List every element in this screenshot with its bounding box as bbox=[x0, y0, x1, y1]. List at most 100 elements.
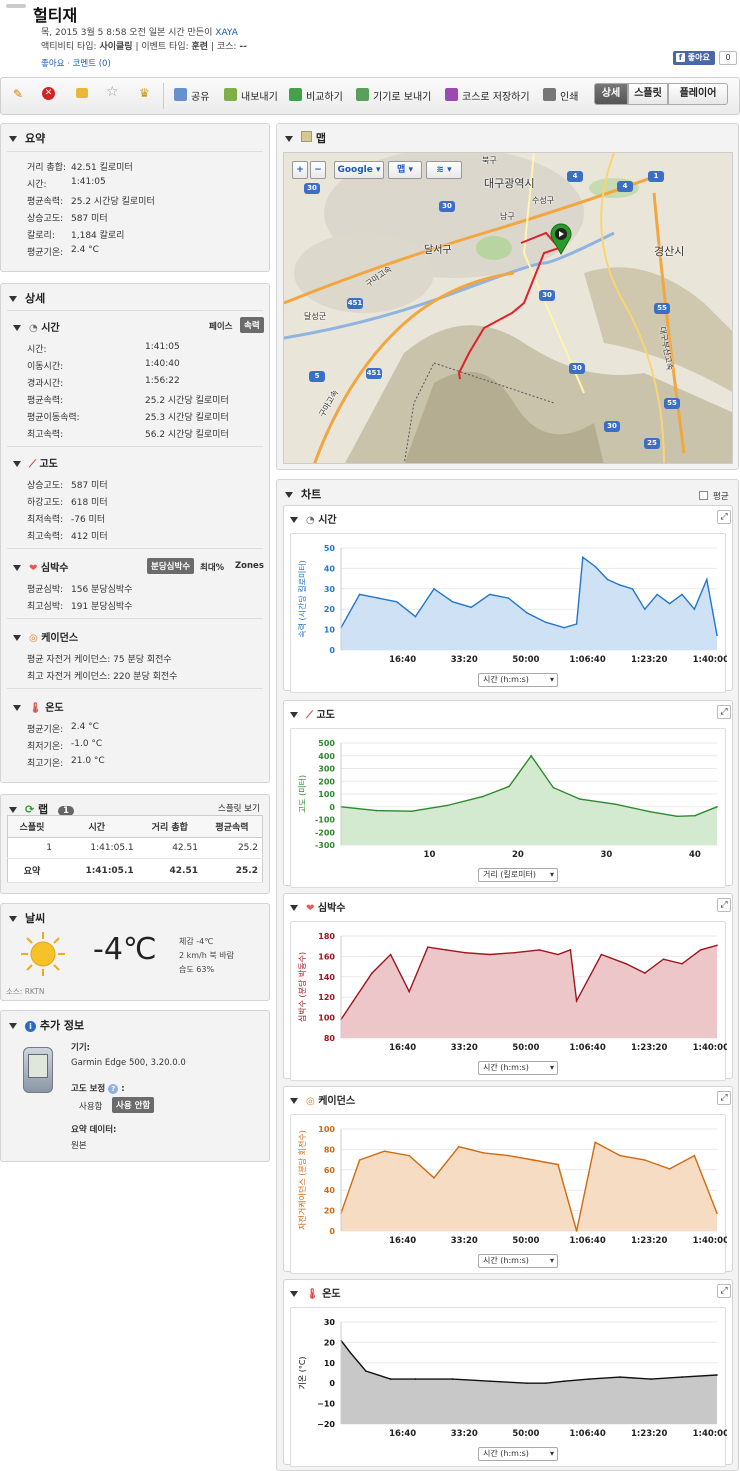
x-axis-select[interactable]: 시간 (h:m:s) ▾ bbox=[478, 1061, 558, 1075]
tab-player[interactable]: 플레이어 bbox=[668, 83, 728, 105]
like-link[interactable]: 좋아요 bbox=[41, 59, 64, 69]
expand-icon[interactable]: ⤢ bbox=[717, 1091, 731, 1105]
expand-icon[interactable]: ⤢ bbox=[717, 510, 731, 524]
charts-header[interactable]: 차트 bbox=[285, 486, 321, 502]
y-tick-label: 40 bbox=[324, 564, 336, 573]
series-area bbox=[341, 1340, 717, 1424]
chevron-down-icon: ▾ bbox=[549, 1063, 554, 1072]
time-section-title[interactable]: ◔ 시간 bbox=[13, 319, 60, 334]
chart-elevation-title[interactable]: ⟋ 고도 bbox=[290, 706, 335, 721]
activity-type[interactable]: 사이클링 bbox=[99, 42, 132, 52]
view-splits-link[interactable]: 스플릿 보기 bbox=[218, 802, 260, 814]
layers-button[interactable]: ≋ ▾ bbox=[426, 161, 462, 179]
chart-time-area: 50 40 30 20 10 0 16:40 33:20 50:00 1:06:40 1:23:20… bbox=[290, 533, 729, 693]
y-tick-label: 120 bbox=[318, 993, 335, 1002]
start-marker-icon[interactable] bbox=[550, 223, 572, 256]
cadence-section-title[interactable]: ◎ 케이던스 bbox=[13, 629, 78, 644]
summary-data-label: 요약 데이터: bbox=[71, 1125, 117, 1135]
chart-cadence-title[interactable]: ◎ 케이던스 bbox=[290, 1092, 355, 1107]
chart-heart-title[interactable]: ❤ 심박수 bbox=[290, 899, 345, 914]
temperature-icon: 🌡 bbox=[306, 1289, 323, 1300]
chevron-down-icon: ▾ bbox=[549, 1449, 554, 1458]
author-link[interactable]: XAYA bbox=[215, 28, 238, 38]
extra-info-header[interactable]: i 추가 정보 bbox=[9, 1017, 84, 1033]
summary-label: 시간: bbox=[27, 180, 47, 190]
x-tick-label: 1:06:40 bbox=[569, 655, 605, 665]
weather-feels-like: 체감 -4℃ bbox=[179, 937, 214, 946]
data-point bbox=[507, 1154, 510, 1157]
star-icon[interactable]: ☆ bbox=[106, 84, 119, 100]
lock-icon[interactable] bbox=[76, 88, 88, 98]
data-point bbox=[389, 953, 392, 956]
data-point bbox=[544, 1382, 547, 1384]
share-button[interactable]: 공유 bbox=[191, 88, 209, 103]
x-axis-select[interactable]: 거리 (킬로미터) ▾ bbox=[478, 868, 558, 882]
data-point bbox=[606, 578, 609, 581]
laps-cell: 25.2 bbox=[201, 837, 263, 859]
zones-toggle[interactable]: Zones bbox=[235, 561, 264, 571]
y-tick-label: 10 bbox=[324, 626, 336, 635]
fb-like-button[interactable]: f 좋아요 bbox=[673, 51, 715, 65]
x-tick-label: 33:20 bbox=[451, 1429, 478, 1439]
chart-temperature-title[interactable]: 🌡 온도 bbox=[290, 1285, 341, 1300]
compare-button[interactable]: 비교하기 bbox=[306, 88, 343, 103]
x-axis-select[interactable]: 시간 (h:m:s) ▾ bbox=[478, 673, 558, 687]
laps-column-header[interactable]: 시간 bbox=[55, 815, 138, 838]
x-axis-select[interactable]: 시간 (h:m:s) ▾ bbox=[478, 1254, 558, 1268]
laps-column-header[interactable]: 스플릿 bbox=[7, 815, 56, 838]
heart-value: 156 분당심박수 bbox=[71, 585, 133, 595]
map-provider-select[interactable]: Google ▾ bbox=[334, 161, 384, 179]
bpm-toggle[interactable]: 분당심박수 bbox=[147, 558, 195, 574]
x-axis-select[interactable]: 시간 (h:m:s) ▾ bbox=[478, 1447, 558, 1461]
collapse-icon bbox=[13, 635, 21, 641]
tab-details[interactable]: 상세 bbox=[594, 83, 628, 105]
laps-row[interactable]: 요약 1:41:05.1 42.51 25.2 bbox=[7, 858, 263, 883]
send-to-device-button[interactable]: 기기로 보내기 bbox=[373, 88, 431, 103]
map-type-select[interactable]: 맵 ▾ bbox=[388, 161, 422, 179]
summary-data-value: 원본 bbox=[71, 1141, 87, 1151]
data-point bbox=[482, 1152, 485, 1154]
chart-time-title[interactable]: ◔ 시간 bbox=[290, 511, 337, 526]
laps-row[interactable]: 1 1:41:05.1 42.51 25.2 bbox=[7, 837, 263, 859]
laps-cell: 25.2 bbox=[201, 858, 263, 883]
map-header[interactable]: 맵 bbox=[285, 130, 326, 146]
data-point bbox=[693, 608, 696, 610]
details-header[interactable]: 상세 bbox=[9, 290, 45, 306]
map-canvas[interactable]: + − Google ▾ 맵 ▾ ≋ ▾ 대구광역시 경산시 달서구 수성구 남… bbox=[283, 152, 733, 464]
heart-section-title[interactable]: ❤ 심박수 bbox=[13, 559, 68, 574]
laps-column-header[interactable]: 거리 총합 bbox=[137, 815, 202, 838]
speed-toggle[interactable]: 속력 bbox=[240, 317, 264, 333]
chart-heart-area: 180 160 140 120 100 80 16:40 33:20 50:00 1:06:40 1… bbox=[290, 921, 729, 1081]
elevation-correction-on[interactable]: 사용함 bbox=[79, 1100, 102, 1112]
laps-panel: ⟳ 랩 1 스플릿 보기 스플릿 시간 거리 총합 평균속력 1 1:41:05.1 42… bbox=[0, 794, 270, 894]
pace-toggle[interactable]: 페이스 bbox=[209, 320, 232, 332]
print-button[interactable]: 인쇄 bbox=[560, 88, 578, 103]
y-axis-label: 고도 (미터) bbox=[298, 775, 307, 813]
save-course-button[interactable]: 코스로 저장하기 bbox=[462, 88, 530, 103]
tab-splits[interactable]: 스플릿 bbox=[628, 83, 668, 105]
summary-header[interactable]: 요약 bbox=[9, 130, 45, 146]
expand-icon[interactable]: ⤢ bbox=[717, 898, 731, 912]
elevation-section-title[interactable]: ⟋ 고도 bbox=[13, 455, 58, 470]
edit-icon[interactable]: ✎ bbox=[13, 87, 23, 101]
weather-header[interactable]: 날씨 bbox=[9, 910, 45, 926]
expand-icon[interactable]: ⤢ bbox=[717, 1284, 731, 1298]
data-point bbox=[446, 804, 448, 807]
comment-link[interactable]: 코멘트 (0) bbox=[73, 59, 111, 69]
chart-heart-svg: 180 160 140 120 100 80 16:40 33:20 50:00 1:06:40 1… bbox=[297, 932, 729, 1053]
expand-icon[interactable]: ⤢ bbox=[717, 705, 731, 719]
event-type[interactable]: 훈련 bbox=[192, 42, 209, 52]
delete-icon[interactable]: ✕ bbox=[42, 87, 55, 100]
temperature-section-title[interactable]: 🌡 온도 bbox=[13, 699, 64, 714]
average-checkbox[interactable] bbox=[699, 491, 708, 500]
laps-column-header[interactable]: 평균속력 bbox=[201, 815, 263, 838]
zoom-out-button[interactable]: − bbox=[310, 161, 326, 179]
elevation-correction-off[interactable]: 사용 안함 bbox=[112, 1097, 155, 1113]
help-icon[interactable]: ? bbox=[108, 1084, 119, 1094]
zoom-in-button[interactable]: + bbox=[292, 161, 308, 179]
max-percent-toggle[interactable]: 최대% bbox=[200, 561, 224, 573]
collapse-icon bbox=[9, 296, 17, 302]
medal-icon[interactable]: ♛ bbox=[139, 86, 150, 100]
export-button[interactable]: 내보내기 bbox=[241, 88, 278, 103]
course-value[interactable]: -- bbox=[239, 42, 246, 52]
